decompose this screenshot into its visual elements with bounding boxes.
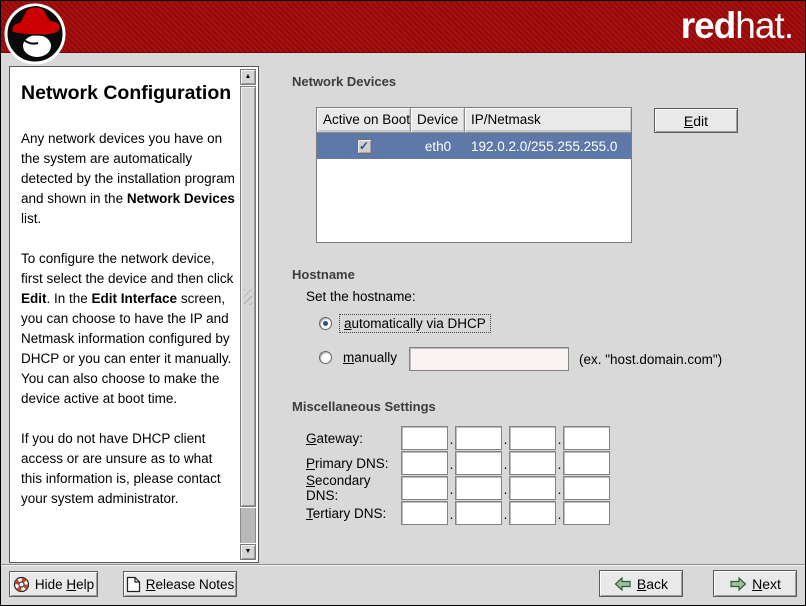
scroll-up-icon: ▲ (245, 73, 252, 80)
gateway-octet-4[interactable] (563, 426, 610, 450)
scroll-down-button[interactable]: ▼ (240, 544, 256, 560)
secondary-dns-label: Secondary DNS: (306, 473, 401, 503)
tertiary-dns-octet-3[interactable] (509, 501, 556, 525)
tertiary-dns-label: Tertiary DNS: (306, 506, 401, 521)
next-button-label: Next (752, 576, 781, 592)
radio-selected-dot (323, 321, 328, 326)
gateway-octet-3[interactable] (509, 426, 556, 450)
table-header-row: Active on Boot Device IP/Netmask (317, 108, 631, 133)
active-on-boot-cell: ✓ (317, 139, 411, 154)
footer-separator (1, 564, 805, 566)
top-banner: redhat. (1, 1, 805, 53)
redhat-wordmark: redhat. (681, 5, 793, 47)
scroll-trough[interactable] (240, 508, 256, 543)
release-notes-button[interactable]: Release Notes (123, 571, 237, 597)
edit-button[interactable]: Edit (654, 108, 738, 133)
scroll-up-button[interactable]: ▲ (240, 69, 256, 85)
next-arrow-icon (729, 577, 747, 591)
gateway-octet-1[interactable] (401, 426, 448, 450)
hide-help-label: Hide Help (35, 577, 94, 592)
primary-dns-octet-3[interactable] (509, 451, 556, 475)
gateway-row: Gateway: ... (306, 426, 610, 450)
back-arrow-icon (614, 577, 632, 591)
tertiary-dns-row: Tertiary DNS: ... (306, 501, 610, 525)
hide-help-button[interactable]: Hide Help (9, 571, 98, 597)
primary-dns-octet-2[interactable] (455, 451, 502, 475)
ip-netmask-cell: 192.0.2.0/255.255.255.0 (465, 139, 631, 154)
hostname-manual-option[interactable]: manually (319, 349, 401, 366)
gateway-label: Gateway: (306, 431, 401, 446)
misc-settings-section-label: Miscellaneous Settings (292, 399, 436, 414)
tertiary-dns-octet-1[interactable] (401, 501, 448, 525)
secondary-dns-octet-3[interactable] (509, 476, 556, 500)
life-preserver-icon (13, 576, 30, 593)
hostname-hint: (ex. "host.domain.com") (579, 352, 722, 367)
edit-button-label: Edit (684, 113, 708, 129)
help-text: Network Configuration Any network device… (10, 67, 238, 562)
manual-label[interactable]: manually (339, 349, 401, 366)
redhat-shadowman-logo (4, 2, 68, 66)
help-paragraph-2: To configure the network device, first s… (21, 249, 236, 409)
network-devices-table: Active on Boot Device IP/Netmask ✓ eth0 … (316, 107, 632, 243)
release-notes-label: Release Notes (146, 577, 235, 592)
radio-manual[interactable] (319, 351, 332, 364)
gateway-octet-2[interactable] (455, 426, 502, 450)
primary-dns-label: Primary DNS: (306, 456, 401, 471)
help-panel: Network Configuration Any network device… (9, 66, 259, 563)
hostname-auto-option[interactable]: automatically via DHCP (319, 314, 491, 333)
scroll-thumb[interactable] (240, 86, 256, 507)
tertiary-dns-octet-4[interactable] (563, 501, 610, 525)
installer-window: redhat. Network Configuration Any networ… (0, 0, 806, 606)
network-devices-section-label: Network Devices (292, 74, 396, 89)
help-title: Network Configuration (21, 78, 236, 109)
document-icon (126, 576, 141, 593)
hostname-section-label: Hostname (292, 267, 355, 282)
column-header-active-on-boot[interactable]: Active on Boot (317, 108, 411, 133)
primary-dns-row: Primary DNS: ... (306, 451, 610, 475)
secondary-dns-octet-4[interactable] (563, 476, 610, 500)
radio-automatic-dhcp[interactable] (319, 317, 332, 330)
auto-dhcp-label[interactable]: automatically via DHCP (339, 314, 491, 333)
column-header-ip-netmask[interactable]: IP/Netmask (465, 108, 631, 133)
help-paragraph-3: If you do not have DHCP client access or… (21, 429, 236, 509)
next-button[interactable]: Next (713, 570, 797, 597)
set-hostname-prompt: Set the hostname: (306, 289, 416, 304)
help-scrollbar[interactable]: ▲ ▼ (240, 69, 256, 560)
primary-dns-octet-1[interactable] (401, 451, 448, 475)
table-row-eth0[interactable]: ✓ eth0 192.0.2.0/255.255.255.0 (317, 133, 631, 159)
scroll-grip-icon (244, 289, 252, 305)
secondary-dns-row: Secondary DNS: ... (306, 476, 610, 500)
checkmark-icon: ✓ (359, 139, 369, 153)
help-paragraph-1: Any network devices you have on the syst… (21, 129, 236, 229)
manual-hostname-input[interactable] (409, 347, 569, 371)
active-on-boot-checkbox[interactable]: ✓ (357, 139, 372, 154)
secondary-dns-octet-2[interactable] (455, 476, 502, 500)
column-header-device[interactable]: Device (411, 108, 465, 133)
primary-dns-octet-4[interactable] (563, 451, 610, 475)
back-button-label: Back (637, 576, 668, 592)
secondary-dns-octet-1[interactable] (401, 476, 448, 500)
device-cell: eth0 (411, 139, 465, 154)
scroll-down-icon: ▼ (245, 548, 252, 555)
tertiary-dns-octet-2[interactable] (455, 501, 502, 525)
back-button[interactable]: Back (599, 570, 683, 597)
